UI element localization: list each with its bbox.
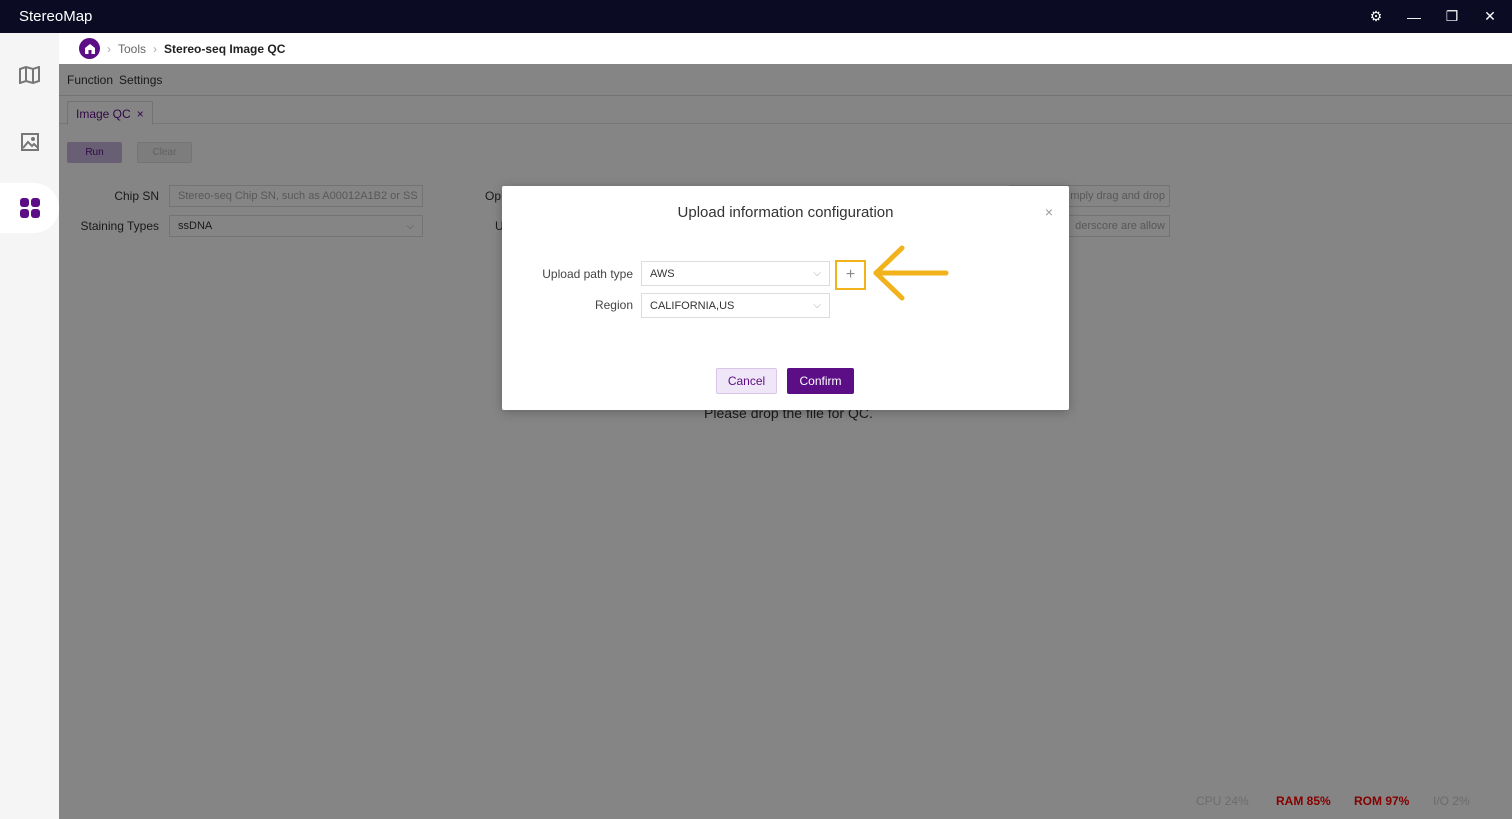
map-icon [18, 66, 40, 84]
settings-icon[interactable]: ⚙ [1368, 8, 1384, 25]
upload-path-type-value: AWS [650, 267, 675, 280]
annotation-arrow-icon [873, 245, 949, 301]
sidebar-item-map[interactable] [0, 50, 59, 100]
app-title: StereoMap [19, 8, 93, 25]
image-icon [20, 133, 39, 151]
confirm-button[interactable]: Confirm [787, 368, 854, 394]
home-icon[interactable] [79, 38, 100, 59]
sidebar [0, 33, 59, 819]
upload-config-dialog: Upload information configuration × Uploa… [502, 186, 1069, 410]
region-value: CALIFORNIA,US [650, 299, 735, 312]
breadcrumb-separator: › [153, 41, 158, 56]
title-bar: StereoMap ⚙ — ❐ ✕ [0, 0, 1512, 33]
upload-path-type-select[interactable]: AWS ⌵ [641, 261, 830, 286]
restore-icon[interactable]: ❐ [1444, 8, 1460, 25]
breadcrumb-tools[interactable]: Tools [118, 42, 146, 56]
breadcrumb: › Tools › Stereo-seq Image QC [59, 33, 1512, 64]
sidebar-item-image[interactable] [0, 117, 59, 167]
dialog-close-icon[interactable]: × [1045, 204, 1053, 220]
minimize-icon[interactable]: — [1406, 9, 1422, 25]
sidebar-item-tools[interactable] [0, 183, 59, 233]
cancel-button[interactable]: Cancel [716, 368, 777, 394]
breadcrumb-separator: › [107, 41, 111, 56]
region-label: Region [594, 298, 633, 312]
window-controls: ⚙ — ❐ ✕ [1368, 0, 1498, 33]
region-select[interactable]: CALIFORNIA,US ⌵ [641, 293, 830, 318]
upload-path-type-label: Upload path type [542, 267, 633, 281]
chevron-down-icon: ⌵ [813, 268, 821, 279]
modal-overlay[interactable] [59, 64, 1512, 819]
add-upload-path-button[interactable]: + [835, 260, 866, 290]
dialog-title: Upload information configuration [677, 204, 894, 221]
close-icon[interactable]: ✕ [1482, 8, 1498, 25]
tools-grid-icon [19, 198, 40, 218]
breadcrumb-current: Stereo-seq Image QC [164, 41, 286, 56]
chevron-down-icon: ⌵ [813, 300, 821, 311]
